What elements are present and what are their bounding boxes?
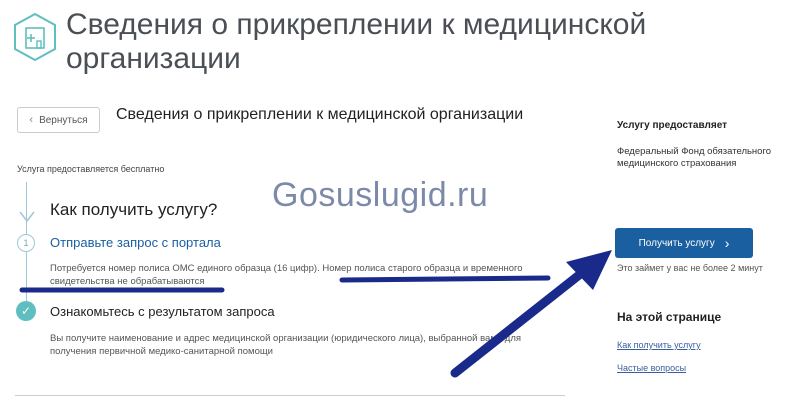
pointer-arrowhead	[566, 250, 612, 290]
step-title: Ознакомьтесь с результатом запроса	[50, 304, 275, 319]
watermark: Gosuslugid.ru	[272, 176, 489, 214]
how-to-title: Как получить услугу?	[50, 200, 218, 219]
hospital-icon	[12, 12, 58, 62]
back-button[interactable]: ‹ Вернуться	[17, 107, 100, 133]
step-number: 1	[17, 234, 35, 252]
get-service-button[interactable]: Получить услугу ›	[615, 228, 753, 258]
divider	[15, 395, 565, 396]
link-how-to-get[interactable]: Как получить услугу	[617, 340, 701, 350]
provider-label: Услугу предоставляет	[617, 120, 728, 131]
chevron-left-icon: ‹	[29, 114, 34, 126]
link-faq[interactable]: Частые вопросы	[617, 363, 686, 373]
page-title: Сведения о прикреплении к медицинской ор…	[116, 106, 524, 123]
chevron-right-icon: ›	[724, 235, 730, 251]
get-service-button-label: Получить услугу	[638, 237, 715, 249]
step-title: Отправьте запрос с портала	[50, 235, 221, 250]
time-note: Это займет у вас не более 2 минут	[617, 263, 763, 273]
header-title: Сведения о прикреплении к медицинской ор…	[66, 8, 647, 75]
step-description: Вы получите наименование и адрес медицин…	[50, 333, 522, 357]
free-note: Услуга предоставляется бесплатно	[17, 164, 165, 174]
provider-name: Федеральный Фонд обязательного медицинск…	[617, 146, 772, 169]
arrow-down-icon	[18, 210, 36, 224]
step-description: Потребуется номер полиса ОМС единого обр…	[50, 263, 523, 287]
back-button-label: Вернуться	[39, 114, 88, 126]
on-page-title: На этой странице	[617, 310, 722, 324]
check-icon: ✓	[16, 301, 36, 321]
